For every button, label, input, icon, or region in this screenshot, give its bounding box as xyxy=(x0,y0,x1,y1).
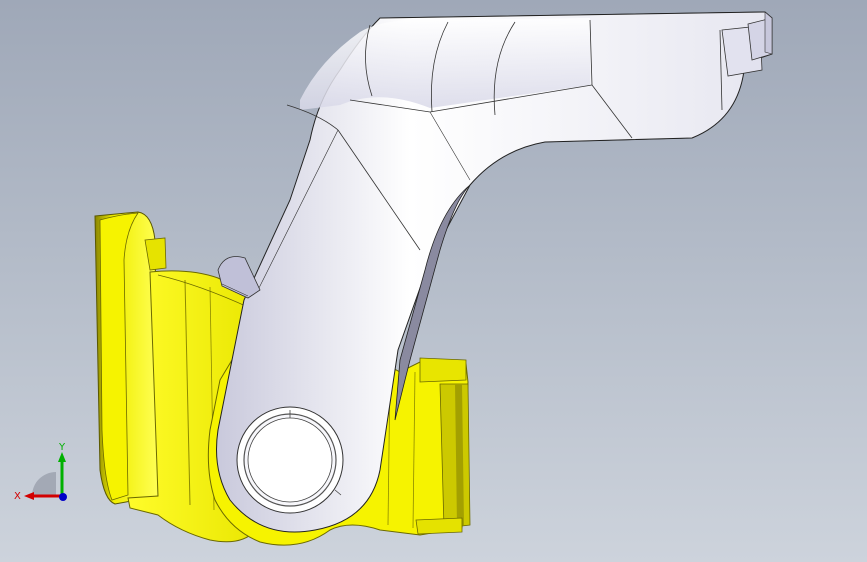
y-axis-label: Y xyxy=(58,442,66,453)
axis-triad: Y X xyxy=(14,442,67,502)
y-axis-arrow xyxy=(58,452,66,462)
graphics-viewport[interactable]: Y X xyxy=(0,0,867,562)
z-axis-dot xyxy=(59,493,67,501)
x-axis-arrow xyxy=(24,492,34,500)
cad-model[interactable] xyxy=(0,0,867,562)
triad-plane xyxy=(32,472,56,496)
white-arm[interactable] xyxy=(216,11,773,533)
x-axis-label: X xyxy=(14,491,21,502)
